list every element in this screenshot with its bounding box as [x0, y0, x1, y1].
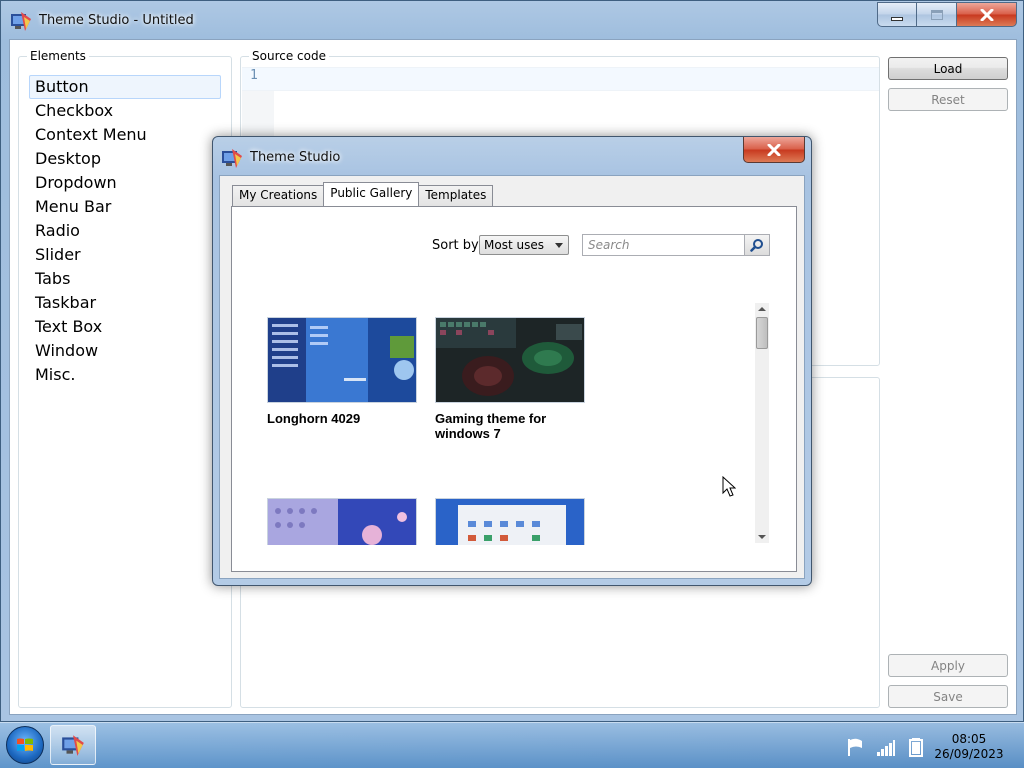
- start-button[interactable]: [6, 726, 44, 764]
- element-item-button[interactable]: Button: [29, 75, 221, 99]
- sort-by-value: Most uses: [484, 238, 544, 252]
- reset-button[interactable]: Reset: [888, 88, 1008, 111]
- longhorn-start-menu-screenshot: [267, 317, 417, 403]
- maximize-button[interactable]: [917, 2, 957, 27]
- theme-gallery-dialog: Theme Studio My Creations Public Gallery…: [212, 136, 812, 586]
- theme-studio-app-icon: [9, 9, 33, 33]
- gallery-card[interactable]: [267, 498, 417, 545]
- source-code-editor[interactable]: [242, 67, 879, 91]
- close-icon: [767, 143, 781, 156]
- windows-logo-icon: [17, 738, 33, 751]
- element-item-tabs[interactable]: Tabs: [29, 267, 221, 291]
- gaming-keyboard-controller-photo: [435, 317, 585, 403]
- system-clock[interactable]: 08:05 26/09/2023: [930, 732, 1008, 762]
- scroll-up-icon[interactable]: [758, 307, 766, 311]
- taskbar-theme-studio-button[interactable]: [50, 725, 96, 765]
- dialog-tabs: My Creations Public Gallery Templates: [232, 182, 494, 206]
- element-item-taskbar[interactable]: Taskbar: [29, 291, 221, 315]
- tab-public-gallery[interactable]: Public Gallery: [323, 182, 420, 206]
- tab-templates[interactable]: Templates: [418, 185, 494, 206]
- source-code-label: Source code: [249, 49, 329, 63]
- dialog-title: Theme Studio: [250, 150, 341, 165]
- window-title: Theme Studio - Untitled: [39, 13, 194, 28]
- mouse-cursor-icon: [722, 476, 736, 497]
- sort-by-label: Sort by: [432, 238, 479, 253]
- blue-purple-desktop-screenshot: [267, 498, 417, 545]
- gallery-scrollbar[interactable]: [755, 303, 769, 543]
- element-item-checkbox[interactable]: Checkbox: [29, 99, 221, 123]
- sort-by-dropdown[interactable]: Most uses: [479, 235, 569, 255]
- clock-date: 26/09/2023: [934, 747, 1004, 761]
- theme-gallery-grid: Longhorn 4029 Gaming theme for windows 7: [267, 317, 747, 545]
- apply-button[interactable]: Apply: [888, 654, 1008, 677]
- clock-time: 08:05: [951, 732, 987, 746]
- dialog-app-icon: [220, 146, 244, 170]
- dialog-client-area: My Creations Public Gallery Templates So…: [219, 175, 805, 579]
- search-input[interactable]: Search: [582, 234, 745, 256]
- close-icon: [980, 8, 993, 21]
- element-item-misc[interactable]: Misc.: [29, 363, 221, 387]
- element-item-desktop[interactable]: Desktop: [29, 147, 221, 171]
- element-item-menu-bar[interactable]: Menu Bar: [29, 195, 221, 219]
- element-item-dropdown[interactable]: Dropdown: [29, 171, 221, 195]
- tab-my-creations[interactable]: My Creations: [232, 185, 325, 206]
- load-button[interactable]: Load: [888, 57, 1008, 80]
- theme-studio-app-icon: [62, 735, 84, 756]
- close-button[interactable]: [957, 2, 1017, 27]
- light-blue-start-menu-screenshot: [435, 498, 585, 545]
- elements-list[interactable]: Button Checkbox Context Menu Desktop Dro…: [29, 75, 221, 387]
- gallery-card[interactable]: Longhorn 4029: [267, 317, 417, 426]
- dialog-close-button[interactable]: [743, 137, 805, 163]
- element-item-context-menu[interactable]: Context Menu: [29, 123, 221, 147]
- gallery-card-title: Longhorn 4029: [267, 411, 361, 426]
- minimize-icon: [891, 16, 903, 21]
- gallery-card[interactable]: [435, 498, 585, 545]
- gallery-card-title: Gaming theme for windows 7: [435, 411, 547, 441]
- element-item-window[interactable]: Window: [29, 339, 221, 363]
- gallery-card[interactable]: Gaming theme for windows 7: [435, 317, 585, 441]
- scroll-down-icon[interactable]: [758, 535, 766, 539]
- minimize-button[interactable]: [877, 2, 917, 27]
- action-center-flag-icon[interactable]: [846, 737, 866, 757]
- chevron-down-icon: [555, 243, 563, 248]
- element-item-text-box[interactable]: Text Box: [29, 315, 221, 339]
- save-button[interactable]: Save: [888, 685, 1008, 708]
- battery-icon[interactable]: [906, 737, 926, 757]
- elements-label: Elements: [27, 49, 89, 63]
- elements-groupbox: Elements Button Checkbox Context Menu De…: [18, 49, 232, 708]
- search-icon: [750, 239, 763, 252]
- maximize-icon: [930, 9, 943, 20]
- search-button[interactable]: [744, 234, 770, 256]
- network-signal-icon[interactable]: [876, 737, 896, 757]
- element-item-slider[interactable]: Slider: [29, 243, 221, 267]
- scrollbar-thumb[interactable]: [756, 317, 768, 349]
- public-gallery-panel: Sort by Most uses Search Longhorn 4029 G…: [231, 206, 797, 572]
- main-titlebar[interactable]: Theme Studio - Untitled: [1, 1, 1023, 39]
- line-number: 1: [250, 68, 258, 83]
- taskbar: 08:05 26/09/2023: [0, 722, 1024, 768]
- element-item-radio[interactable]: Radio: [29, 219, 221, 243]
